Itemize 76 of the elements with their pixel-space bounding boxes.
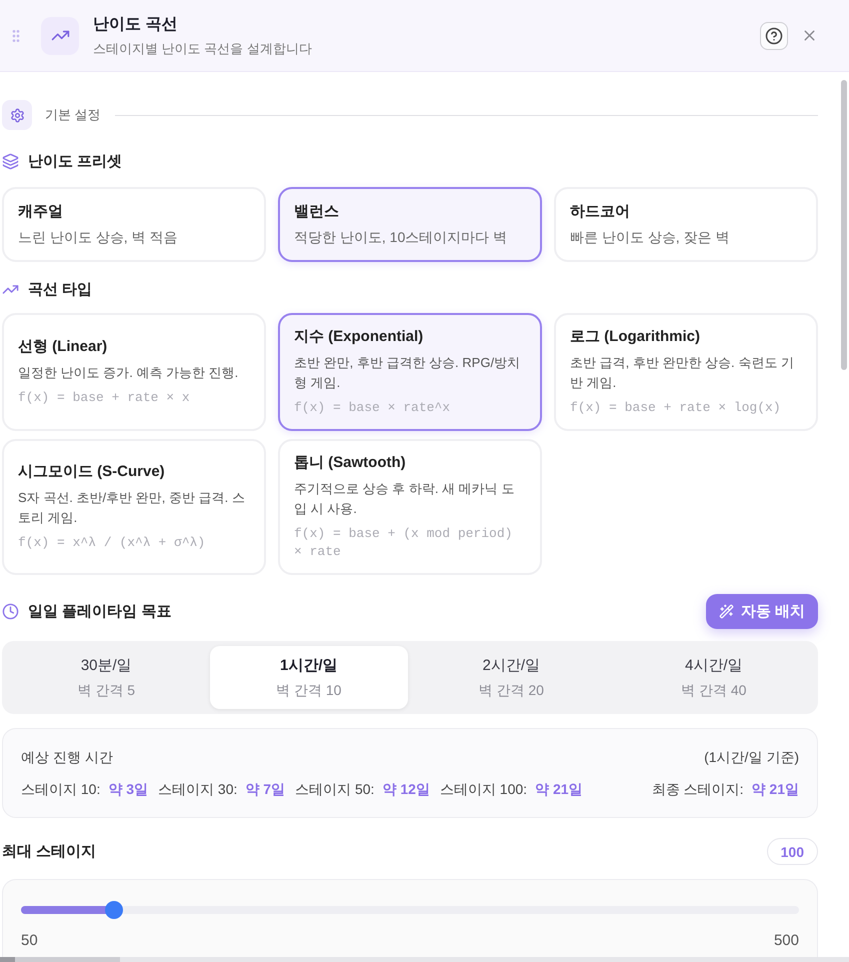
- range-min-label: 50: [21, 932, 38, 949]
- max-stage-label: 최대 스테이지: [2, 842, 96, 861]
- curve-formula: f(x) = base + (x mod period) × rate: [294, 525, 514, 561]
- help-button[interactable]: [760, 22, 788, 50]
- milestone-value: 약 21일: [535, 781, 583, 799]
- curve-formula: f(x) = base + rate × log(x): [570, 399, 781, 417]
- gear-icon: [2, 100, 32, 130]
- section-heading: 난이도 프리셋: [28, 152, 122, 171]
- preset-description: 빠른 난이도 상승, 잦은 벽: [570, 229, 730, 247]
- curve-formula: f(x) = base × rate^x: [294, 399, 450, 417]
- horizontal-scrollbar[interactable]: [0, 957, 849, 962]
- preset-card[interactable]: 캐주얼 느린 난이도 상승, 벽 적음: [2, 187, 266, 262]
- playtime-tab[interactable]: 2시간/일 벽 간격 20: [412, 646, 610, 709]
- milestone-label: 스테이지 50:: [295, 781, 374, 799]
- section-heading: 곡선 타입: [28, 280, 92, 299]
- tab-label: 30분/일: [80, 656, 132, 674]
- range-max-label: 500: [774, 932, 799, 949]
- preset-card[interactable]: 밸런스 적당한 난이도, 10스테이지마다 벽: [278, 187, 542, 262]
- curve-title: 톱니 (Sawtooth): [294, 453, 406, 472]
- magic-wand-icon: [718, 604, 734, 619]
- curve-description: 초반 완만, 후반 급격한 상승. RPG/방치형 게임.: [294, 354, 522, 392]
- preset-description: 적당한 난이도, 10스테이지마다 벽: [294, 229, 508, 247]
- milestone-label: 스테이지 30:: [158, 781, 238, 799]
- milestone-label: 스테이지 10:: [21, 781, 100, 799]
- tab-subtitle: 벽 간격 5: [77, 682, 136, 700]
- curve-title: 지수 (Exponential): [294, 327, 424, 346]
- curve-type-card[interactable]: 톱니 (Sawtooth) 주기적으로 상승 후 하락. 새 메카닉 도입 시 사용. f(x) = base + (x mod period) × rate: [278, 439, 542, 575]
- tab-subtitle: 벽 간격 20: [478, 682, 544, 700]
- section-label: 기본 설정: [45, 106, 101, 124]
- preset-title: 밸런스: [294, 202, 339, 221]
- preset-title: 캐주얼: [18, 202, 63, 221]
- auto-arrange-button[interactable]: 자동 배치: [706, 594, 818, 629]
- curve-title: 시그모이드 (S-Curve): [18, 462, 165, 481]
- preset-description: 느린 난이도 상승, 벽 적음: [18, 229, 178, 247]
- estimate-basis: (1시간/일 기준): [704, 749, 799, 767]
- curve-title: 로그 (Logarithmic): [570, 327, 700, 346]
- curve-description: 주기적으로 상승 후 하락. 새 메카닉 도입 시 사용.: [294, 480, 516, 518]
- milestone-value: 약 3일: [108, 781, 148, 799]
- playtime-tab[interactable]: 1시간/일 벽 간격 10: [210, 646, 408, 709]
- curve-formula: f(x) = x^λ / (x^λ + σ^λ): [18, 534, 206, 552]
- estimate-title: 예상 진행 시간: [21, 749, 113, 767]
- final-stage-value: 약 21일: [752, 781, 799, 799]
- tab-label: 1시간/일: [280, 656, 338, 674]
- tab-subtitle: 벽 간격 40: [681, 682, 746, 700]
- preset-title: 하드코어: [570, 202, 630, 221]
- scrollbar-thumb[interactable]: [840, 80, 846, 370]
- milestone-value: 약 7일: [245, 781, 286, 799]
- curve-description: 초반 급격, 후반 완만한 상승. 숙련도 기반 게임.: [570, 354, 795, 392]
- curve-description: 일정한 난이도 증가. 예측 가능한 진행.: [18, 364, 238, 382]
- trend-up-icon: [41, 16, 79, 54]
- curve-description: S자 곡선. 초반/후반 완만, 중반 급격. 스토리 게임.: [18, 489, 246, 527]
- slider-thumb[interactable]: [105, 901, 124, 919]
- clock-icon: [2, 603, 19, 620]
- curve-type-card[interactable]: 로그 (Logarithmic) 초반 급격, 후반 완만한 상승. 숙련도 기반 게임. f(x) = base + rate × log(x): [554, 313, 818, 431]
- playtime-tab[interactable]: 4시간/일 벽 간격 40: [614, 646, 813, 709]
- layers-icon: [2, 153, 19, 170]
- help-icon: [765, 26, 783, 44]
- curve-type-card[interactable]: 선형 (Linear) 일정한 난이도 증가. 예측 가능한 진행. f(x) = base + rate × x: [2, 313, 266, 431]
- preset-card[interactable]: 하드코어 빠른 난이도 상승, 잦은 벽: [554, 187, 818, 262]
- playtime-tab[interactable]: 30분/일 벽 간격 5: [7, 646, 206, 709]
- curve-title: 선형 (Linear): [18, 337, 108, 356]
- max-stage-slider[interactable]: [21, 901, 799, 919]
- curve-formula: f(x) = base + rate × x: [18, 389, 190, 407]
- milestone-value: 약 12일: [382, 781, 430, 799]
- slider-track[interactable]: [21, 906, 799, 914]
- max-stage-value: 100: [766, 838, 818, 865]
- milestone-label: 스테이지 100:: [440, 781, 528, 799]
- curve-type-card[interactable]: 지수 (Exponential) 초반 완만, 후반 급격한 상승. RPG/방치형 게임. f(x) = base × rate^x: [278, 313, 542, 431]
- curve-type-card[interactable]: 시그모이드 (S-Curve) S자 곡선. 초반/후반 완만, 중반 급격. 스토리 게임. f(x) = x^λ / (x^λ + σ^λ): [2, 439, 266, 575]
- section-heading: 일일 플레이타임 목표: [28, 602, 172, 621]
- final-stage-label: 최종 스테이지:: [652, 781, 744, 799]
- panel-title: 난이도 곡선: [93, 14, 178, 34]
- tab-label: 4시간/일: [684, 656, 742, 674]
- tab-subtitle: 벽 간격 10: [276, 682, 342, 700]
- panel-subtitle: 스테이지별 난이도 곡선을 설계합니다: [93, 40, 313, 58]
- tab-label: 2시간/일: [482, 656, 540, 674]
